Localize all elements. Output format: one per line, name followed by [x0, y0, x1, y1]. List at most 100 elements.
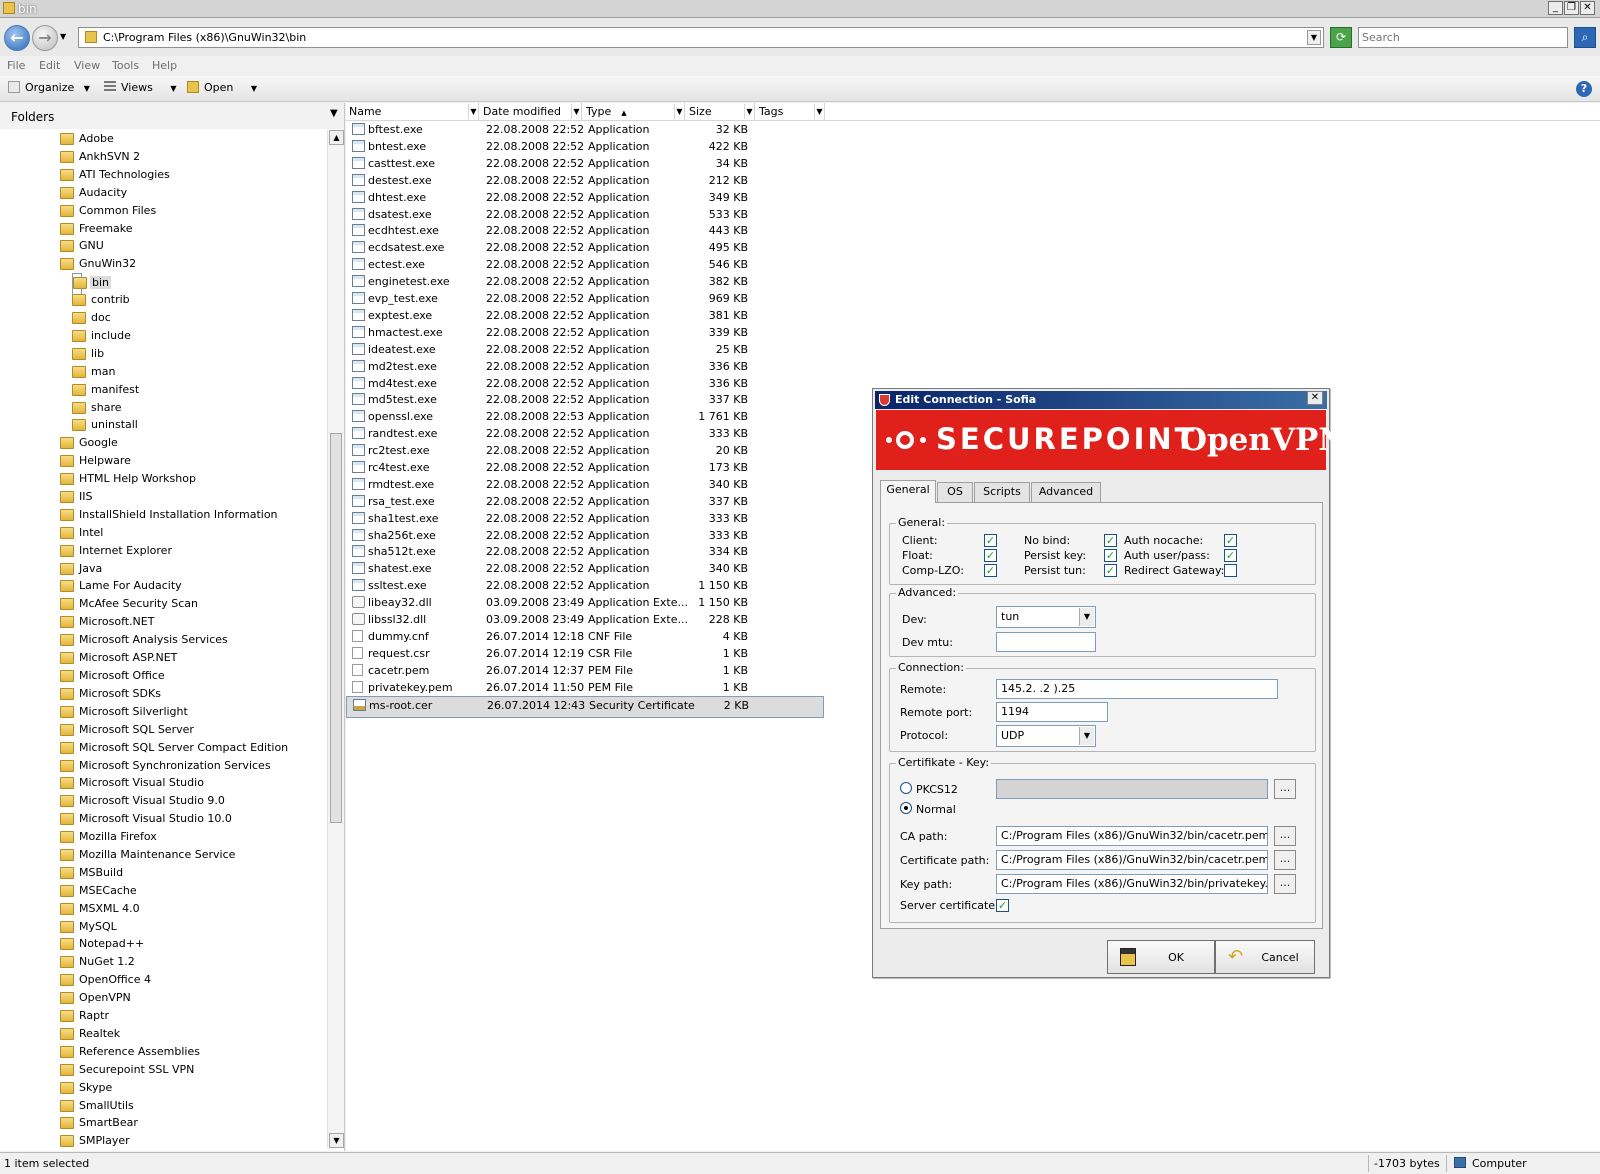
- chevron-down-icon[interactable]: ▼: [674, 104, 684, 119]
- file-row[interactable]: ideatest.exe 22.08.2008 22:52 Application 2…: [346, 341, 824, 358]
- file-row[interactable]: rc4test.exe 22.08.2008 22:52 Application 17…: [346, 459, 824, 476]
- close-button[interactable]: ✕: [1580, 1, 1595, 15]
- file-row[interactable]: dsatest.exe 22.08.2008 22:52 Application 53…: [346, 206, 824, 223]
- normal-radio[interactable]: [900, 802, 912, 814]
- file-row[interactable]: ms-root.cer 26.07.2014 12:43 Security Cert…: [346, 696, 824, 718]
- file-row[interactable]: exptest.exe 22.08.2008 22:52 Application 38…: [346, 307, 824, 324]
- auth-userpass-checkbox[interactable]: ✓: [1224, 549, 1237, 562]
- remote-port-input[interactable]: 1194: [996, 702, 1108, 722]
- menu-view[interactable]: View: [74, 59, 100, 72]
- maximize-button[interactable]: ❐: [1564, 1, 1579, 15]
- ok-button[interactable]: OK: [1107, 940, 1215, 974]
- chevron-down-icon[interactable]: ▼: [330, 108, 338, 119]
- menu-edit[interactable]: Edit: [39, 59, 60, 72]
- file-row[interactable]: hmactest.exe 22.08.2008 22:52 Application 3…: [346, 324, 824, 341]
- tab-os[interactable]: OS: [937, 482, 973, 502]
- tab-general[interactable]: General: [880, 480, 936, 503]
- cancel-button[interactable]: ↶ Cancel: [1215, 940, 1315, 974]
- file-row[interactable]: rmdtest.exe 22.08.2008 22:52 Application 34…: [346, 476, 824, 493]
- file-row[interactable]: sha1test.exe 22.08.2008 22:52 Application 3…: [346, 510, 824, 527]
- file-row[interactable]: bntest.exe 22.08.2008 22:52 Application 422…: [346, 138, 824, 155]
- no-bind-checkbox[interactable]: ✓: [1104, 534, 1117, 547]
- persist-tun-checkbox[interactable]: ✓: [1104, 564, 1117, 577]
- dev-select[interactable]: tun ▼: [996, 606, 1096, 628]
- scroll-down-icon[interactable]: ▼: [329, 1133, 344, 1148]
- column-size[interactable]: Size ▼: [686, 103, 755, 121]
- file-row[interactable]: destest.exe 22.08.2008 22:52 Application 21…: [346, 172, 824, 189]
- folders-scrollbar[interactable]: ▲ ▼: [327, 130, 344, 1148]
- key-browse-button[interactable]: ...: [1274, 874, 1296, 894]
- forward-button[interactable]: →: [32, 25, 58, 51]
- tab-scripts[interactable]: Scripts: [974, 482, 1030, 502]
- file-row[interactable]: ecdsatest.exe 22.08.2008 22:52 Application…: [346, 239, 824, 256]
- file-row[interactable]: request.csr 26.07.2014 12:19 CSR File 1 KB: [346, 645, 824, 662]
- file-row[interactable]: ecdhtest.exe 22.08.2008 22:52 Application 4…: [346, 222, 824, 239]
- server-certificate-checkbox[interactable]: ✓: [996, 899, 1009, 912]
- client-checkbox[interactable]: ✓: [984, 534, 997, 547]
- scroll-up-icon[interactable]: ▲: [329, 130, 344, 145]
- file-row[interactable]: md4test.exe 22.08.2008 22:52 Application 33…: [346, 375, 824, 392]
- pkcs12-browse-button[interactable]: ...: [1274, 779, 1296, 799]
- menu-help[interactable]: Help: [152, 59, 177, 72]
- refresh-button[interactable]: ⟳: [1330, 27, 1352, 48]
- column-name[interactable]: Name ▼: [346, 103, 479, 121]
- back-button[interactable]: ←: [4, 25, 30, 51]
- comp-lzo-checkbox[interactable]: ✓: [984, 564, 997, 577]
- help-icon[interactable]: ?: [1576, 81, 1592, 97]
- file-row[interactable]: rc2test.exe 22.08.2008 22:52 Application 20…: [346, 442, 824, 459]
- chevron-down-icon[interactable]: ▼: [814, 104, 824, 119]
- chevron-down-icon[interactable]: ▼: [468, 104, 478, 119]
- file-row[interactable]: ectest.exe 22.08.2008 22:52 Application 546…: [346, 256, 824, 273]
- file-row[interactable]: sha512t.exe 22.08.2008 22:52 Application 33…: [346, 543, 824, 560]
- ca-browse-button[interactable]: ...: [1274, 826, 1296, 846]
- pkcs12-radio[interactable]: [900, 782, 912, 794]
- tab-advanced[interactable]: Advanced: [1031, 482, 1101, 502]
- folder-item[interactable]: bin: [72, 273, 112, 295]
- dialog-close-button[interactable]: ✕: [1307, 391, 1323, 405]
- float-checkbox[interactable]: ✓: [984, 549, 997, 562]
- file-row[interactable]: ssltest.exe 22.08.2008 22:52 Application 1 …: [346, 577, 824, 594]
- file-row[interactable]: bftest.exe 22.08.2008 22:52 Application 32 …: [346, 121, 824, 138]
- search-box[interactable]: [1358, 27, 1568, 48]
- views-button[interactable]: Views ▼: [104, 81, 177, 94]
- menu-tools[interactable]: Tools: [112, 59, 139, 72]
- remote-input[interactable]: 145.2. .2 ).25: [996, 679, 1278, 699]
- column-type[interactable]: Type ▲ ▼: [583, 103, 685, 121]
- chevron-down-icon[interactable]: ▼: [571, 104, 581, 119]
- menu-file[interactable]: File: [7, 59, 25, 72]
- chevron-down-icon[interactable]: ▼: [744, 104, 754, 119]
- address-field[interactable]: C:\Program Files (x86)\GnuWin32\bin ▼: [78, 27, 1324, 48]
- ca-path-input[interactable]: C:/Program Files (x86)/GnuWin32/bin/cace…: [996, 826, 1268, 846]
- file-row[interactable]: evp_test.exe 22.08.2008 22:52 Application 9…: [346, 290, 824, 307]
- file-row[interactable]: randtest.exe 22.08.2008 22:52 Application 3…: [346, 425, 824, 442]
- file-row[interactable]: casttest.exe 22.08.2008 22:52 Application 3…: [346, 155, 824, 172]
- file-row[interactable]: cacetr.pem 26.07.2014 12:37 PEM File 1 KB: [346, 662, 824, 679]
- folders-header[interactable]: Folders ▼: [0, 103, 344, 129]
- file-row[interactable]: rsa_test.exe 22.08.2008 22:52 Application 3…: [346, 493, 824, 510]
- minimize-button[interactable]: _: [1548, 1, 1563, 15]
- search-input[interactable]: [1359, 28, 1559, 47]
- recent-pages-dropdown-icon[interactable]: ▼: [60, 32, 66, 41]
- certificate-path-input[interactable]: C:/Program Files (x86)/GnuWin32/bin/cace…: [996, 850, 1268, 870]
- file-row[interactable]: dummy.cnf 26.07.2014 12:18 CNF File 4 KB: [346, 628, 824, 645]
- file-row[interactable]: sha256t.exe 22.08.2008 22:52 Application 33…: [346, 527, 824, 544]
- open-button[interactable]: Open ▼: [187, 81, 257, 94]
- key-path-input[interactable]: C:/Program Files (x86)/GnuWin32/bin/priv…: [996, 874, 1268, 894]
- scrollbar-thumb[interactable]: [330, 433, 342, 823]
- auth-nocache-checkbox[interactable]: ✓: [1224, 534, 1237, 547]
- file-row[interactable]: shatest.exe 22.08.2008 22:52 Application 34…: [346, 560, 824, 577]
- file-row[interactable]: md2test.exe 22.08.2008 22:52 Application 33…: [346, 358, 824, 375]
- column-date[interactable]: Date modified ▼: [480, 103, 582, 121]
- certificate-browse-button[interactable]: ...: [1274, 850, 1296, 870]
- file-row[interactable]: libssl32.dll 03.09.2008 23:49 Application …: [346, 611, 824, 628]
- dev-mtu-input[interactable]: [996, 632, 1096, 652]
- file-row[interactable]: openssl.exe 22.08.2008 22:53 Application 1 …: [346, 408, 824, 425]
- column-tags[interactable]: Tags ▼: [756, 103, 825, 121]
- file-row[interactable]: libeay32.dll 03.09.2008 23:49 Application …: [346, 594, 824, 611]
- redirect-gateway-checkbox[interactable]: [1224, 564, 1237, 577]
- organize-button[interactable]: Organize ▼: [8, 81, 90, 94]
- persist-key-checkbox[interactable]: ✓: [1104, 549, 1117, 562]
- protocol-select[interactable]: UDP ▼: [996, 725, 1096, 747]
- address-dropdown-icon[interactable]: ▼: [1307, 30, 1321, 45]
- file-row[interactable]: privatekey.pem 26.07.2014 11:50 PEM File 1 …: [346, 679, 824, 696]
